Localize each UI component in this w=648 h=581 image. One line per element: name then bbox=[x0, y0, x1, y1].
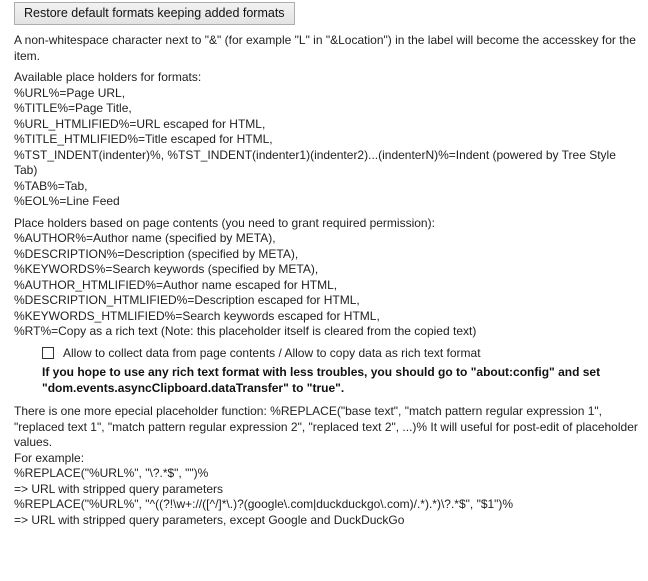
placeholder-item: %TITLE_HTMLIFIED%=Title escaped for HTML… bbox=[14, 132, 273, 146]
content-placeholder-item: %AUTHOR%=Author name (specified by META)… bbox=[14, 231, 276, 245]
placeholder-item: %EOL%=Line Feed bbox=[14, 194, 120, 208]
example-line: %REPLACE("%URL%", "\?.*$", "")% bbox=[14, 466, 209, 480]
allow-collect-data-option[interactable]: Allow to collect data from page contents… bbox=[42, 346, 638, 362]
placeholders-section: Available place holders for formats: %UR… bbox=[14, 70, 638, 210]
accesskey-note: A non-whitespace character next to "&" (… bbox=[14, 33, 636, 63]
content-placeholder-item: %DESCRIPTION_HTMLIFIED%=Description esca… bbox=[14, 293, 360, 307]
content-placeholders-section: Place holders based on page contents (yo… bbox=[14, 216, 638, 340]
example-line: => URL with stripped query parameters bbox=[14, 481, 223, 496]
example-line: %REPLACE("%URL%", "^((?!\w+://([^/]*\.)?… bbox=[14, 497, 514, 511]
allow-collect-data-checkbox[interactable] bbox=[42, 347, 54, 360]
placeholders-heading: Available place holders for formats: bbox=[14, 70, 202, 84]
content-placeholder-item: %KEYWORDS%=Search keywords (specified by… bbox=[14, 262, 319, 276]
replace-function-description: There is one more epecial placeholder fu… bbox=[14, 404, 638, 449]
content-placeholder-item: %DESCRIPTION%=Description (specified by … bbox=[14, 246, 299, 261]
example-line: => URL with stripped query parameters, e… bbox=[14, 512, 405, 527]
placeholder-item: %URL%=Page URL, bbox=[14, 85, 126, 100]
replace-function-section: There is one more epecial placeholder fu… bbox=[14, 404, 638, 528]
allow-collect-data-label: Allow to collect data from page contents… bbox=[63, 345, 481, 360]
placeholder-item: %TITLE%=Page Title, bbox=[14, 101, 132, 115]
content-placeholder-item: %AUTHOR_HTMLIFIED%=Author name escaped f… bbox=[14, 277, 338, 292]
example-heading: For example: bbox=[14, 450, 85, 465]
content-placeholders-heading: Place holders based on page contents (yo… bbox=[14, 215, 435, 230]
placeholder-item: %TST_INDENT(indenter)%, %TST_INDENT(inde… bbox=[14, 147, 616, 178]
options-page: Restore default formats keeping added fo… bbox=[0, 0, 648, 581]
placeholder-item: %TAB%=Tab, bbox=[14, 178, 88, 193]
content-placeholder-item: %KEYWORDS_HTMLIFIED%=Search keywords esc… bbox=[14, 308, 380, 323]
content-placeholder-item: %RT%=Copy as a rich text (Note: this pla… bbox=[14, 324, 477, 338]
async-clipboard-warning: If you hope to use any rich text format … bbox=[42, 365, 601, 395]
restore-default-formats-button[interactable]: Restore default formats keeping added fo… bbox=[14, 2, 295, 25]
placeholder-item: %URL_HTMLIFIED%=URL escaped for HTML, bbox=[14, 116, 266, 131]
